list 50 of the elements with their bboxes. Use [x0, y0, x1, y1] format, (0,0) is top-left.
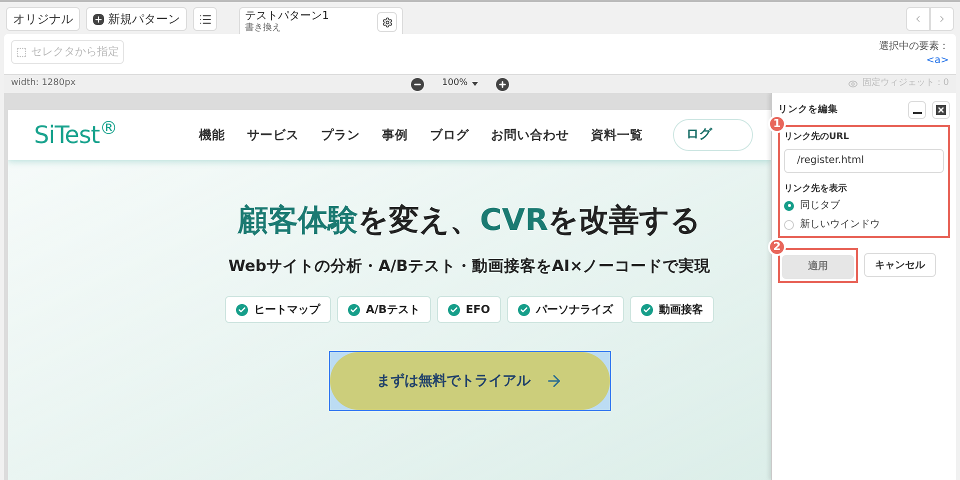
radio-button[interactable] — [784, 200, 794, 210]
minimize-button[interactable] — [908, 101, 926, 119]
add-icon — [93, 14, 104, 24]
dashed-square-icon — [16, 46, 27, 58]
zoom-select[interactable]: 100% — [442, 77, 478, 91]
settings-icon — [382, 16, 392, 28]
target-label: リンク先を表示 — [784, 182, 848, 196]
original-button[interactable]: オリジナル — [6, 7, 80, 31]
eye-icon — [848, 79, 858, 89]
nav-link[interactable]: プラン — [321, 126, 360, 144]
zoom-in-button[interactable] — [496, 78, 509, 90]
settings-button[interactable] — [377, 12, 397, 32]
feature-tag: EFO — [436, 296, 502, 324]
cancel-button[interactable]: キャンセル — [864, 253, 936, 278]
callout-badge: 1 — [768, 115, 786, 133]
list-button[interactable] — [193, 7, 217, 31]
nav-link[interactable]: 機能 — [199, 126, 225, 144]
callout-badge: 2 — [768, 238, 786, 256]
nav-link[interactable]: 資料一覧 — [591, 126, 643, 144]
nav-link[interactable]: ブログ — [430, 126, 469, 144]
nav-link[interactable]: 事例 — [382, 126, 408, 144]
zoom-out-button[interactable] — [411, 78, 424, 90]
pattern-tab[interactable]: テストパターン1 書き換え — [239, 7, 403, 36]
list-icon — [198, 12, 212, 26]
panel-title: リンクを編集 — [778, 102, 838, 117]
nav-link[interactable]: サービス — [247, 126, 299, 144]
selected-element-label: 選択中の要素： — [879, 40, 949, 54]
caret-icon — [472, 82, 478, 86]
feature-tag: パーソナライズ — [507, 296, 624, 324]
hero-subheadline: Webサイトの分析・A/Bテスト・動画接客をAI×ノーコードで実現 — [228, 256, 711, 277]
pattern-subtitle: 書き換え — [245, 22, 282, 34]
login-button[interactable]: ログ — [673, 119, 753, 151]
radio-label: 新しいウインドウ — [800, 218, 880, 232]
plus-icon — [498, 80, 507, 88]
url-label: リンク先のURL — [784, 131, 850, 144]
width-label: width: 1280px — [11, 77, 77, 90]
nav-link[interactable]: お問い合わせ — [491, 126, 569, 144]
new-pattern-button[interactable]: 新規パターン — [86, 7, 187, 31]
close-icon — [937, 106, 945, 114]
radio-button[interactable] — [784, 220, 794, 230]
close-button[interactable] — [932, 101, 950, 119]
url-input[interactable]: /register.html — [784, 148, 944, 172]
trial-button[interactable]: まずは無料でトライアル — [328, 351, 610, 412]
feature-tag: A/Bテスト — [336, 296, 431, 324]
hero-headline: 顧客体験を変え、CVRを改善する — [238, 202, 702, 240]
pattern-title: テストパターン1 — [245, 10, 329, 22]
feature-tag: ヒートマップ — [224, 296, 331, 324]
selected-element-tag: <a> — [926, 54, 949, 68]
feature-tag: 動画接客 — [630, 296, 714, 324]
radio-label: 同じタブ — [800, 198, 840, 213]
